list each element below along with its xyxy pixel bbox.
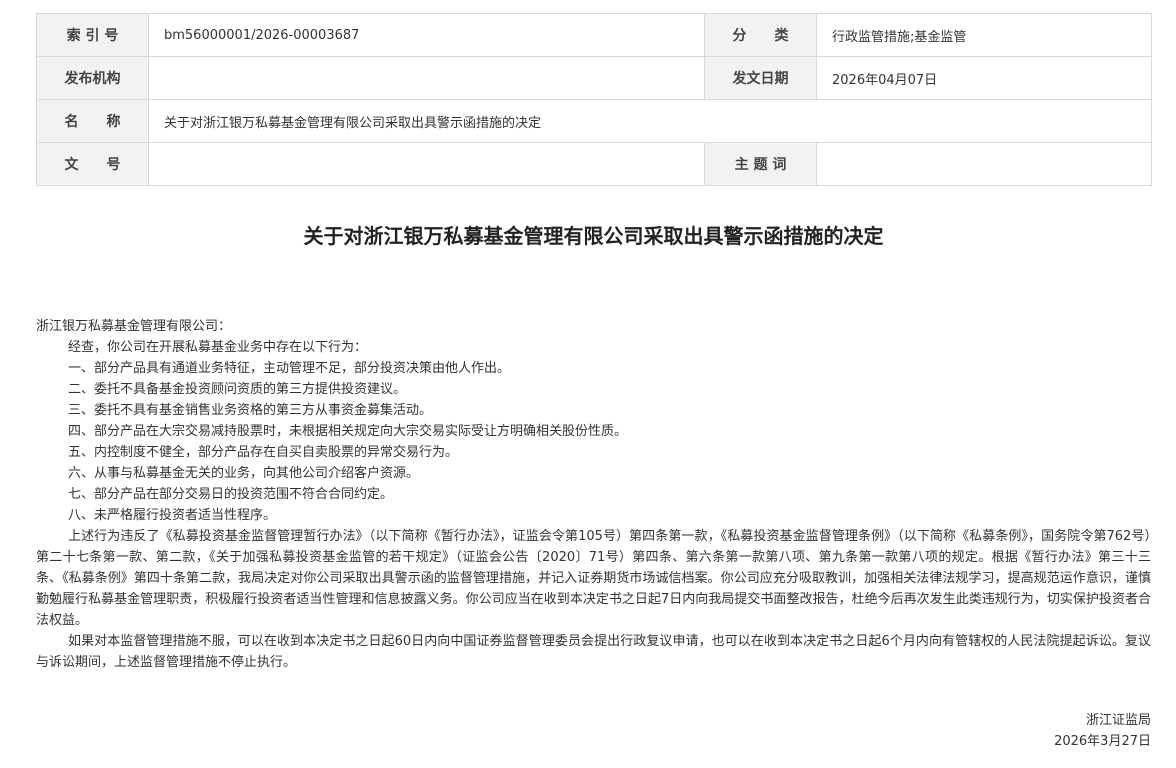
addressee: 浙江银万私募基金管理有限公司： (36, 319, 232, 334)
issuer-name: 浙江证监局 (1085, 713, 1151, 728)
keywords-value (816, 142, 1152, 186)
docno-label: 文 号 (36, 142, 149, 186)
meta-row-docno: 文 号 主 题 词 (36, 142, 1152, 186)
violation-item-7: 七、部分产品在部分交易日的投资范围不符合合同约定。 (68, 487, 394, 502)
intro-paragraph: 经查，你公司在开展私募基金业务中存在以下行为： (68, 340, 368, 355)
name-label: 名 称 (36, 99, 149, 143)
violation-item-4: 四、部分产品在大宗交易减持股票时，未根据相关规定向大宗交易实际受让方明确相关股份… (68, 424, 628, 439)
name-value: 关于对浙江银万私募基金管理有限公司采取出具警示函措施的决定 (148, 99, 1152, 143)
index-label: 索 引 号 (36, 13, 149, 57)
violation-item-5: 五、内控制度不健全，部分产品存在自买自卖股票的异常交易行为。 (68, 445, 459, 460)
violation-item-6: 六、从事与私募基金无关的业务，向其他公司介绍客户资源。 (68, 466, 420, 481)
publisher-value (148, 56, 705, 100)
violation-item-1: 一、部分产品具有通道业务特征，主动管理不足，部分投资决策由他人作出。 (68, 361, 511, 376)
date-value: 2026年04月07日 (816, 56, 1152, 100)
meta-row-name: 名 称 关于对浙江银万私募基金管理有限公司采取出具警示函措施的决定 (36, 99, 1152, 143)
decision-paragraph: 上述行为违反了《私募投资基金监督管理暂行办法》（以下简称《暂行办法》，证监会令第… (36, 529, 1151, 628)
violation-item-3: 三、委托不具有基金销售业务资格的第三方从事资金募集活动。 (68, 403, 433, 418)
appeal-paragraph: 如果对本监督管理措施不服，可以在收到本决定书之日起60日内向中国证券监督管理委员… (36, 634, 1151, 670)
metadata-table: 索 引 号 bm56000001/2026-00003687 分 类 行政监管措… (36, 13, 1152, 186)
document-body: 浙江银万私募基金管理有限公司： 经查，你公司在开展私募基金业务中存在以下行为： … (36, 316, 1151, 673)
meta-row-index: 索 引 号 bm56000001/2026-00003687 分 类 行政监管措… (36, 13, 1152, 57)
sign-date: 2026年3月27日 (1054, 734, 1151, 749)
index-value: bm56000001/2026-00003687 (148, 13, 705, 57)
meta-row-publisher: 发布机构 发文日期 2026年04月07日 (36, 56, 1152, 100)
violation-item-2: 二、委托不具备基金投资顾问资质的第三方提供投资建议。 (68, 382, 407, 397)
docno-value (148, 142, 705, 186)
violation-item-8: 八、未严格履行投资者适当性程序。 (68, 508, 277, 523)
publisher-label: 发布机构 (36, 56, 149, 100)
keywords-label: 主 题 词 (704, 142, 817, 186)
document-title: 关于对浙江银万私募基金管理有限公司采取出具警示函措施的决定 (303, 224, 884, 248)
category-value: 行政监管措施;基金监管 (816, 13, 1152, 57)
signature-block: 浙江证监局 2026年3月27日 (1054, 710, 1151, 752)
category-label: 分 类 (704, 13, 817, 57)
date-label: 发文日期 (704, 56, 817, 100)
